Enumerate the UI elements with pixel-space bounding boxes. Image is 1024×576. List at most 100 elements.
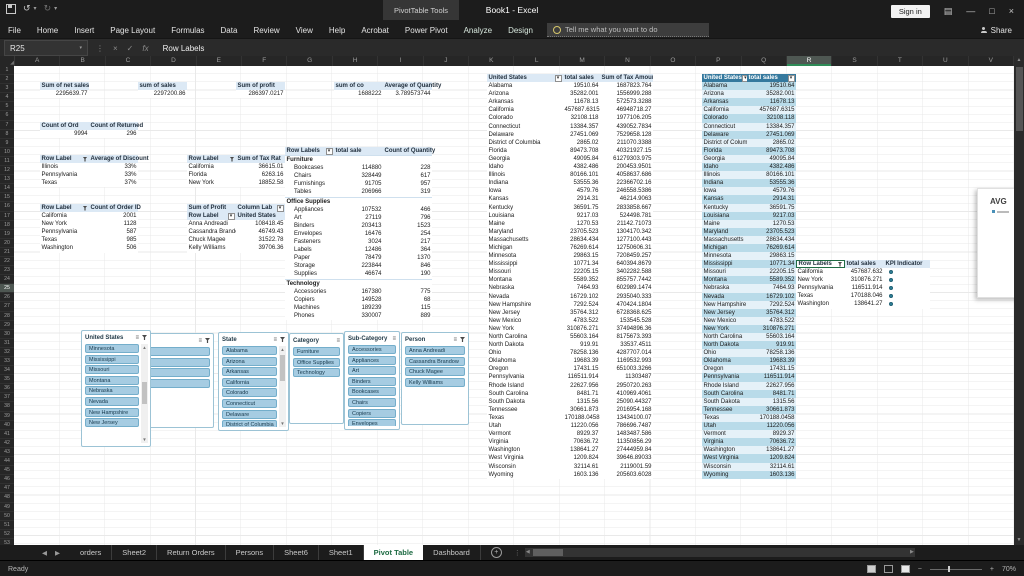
scroll-down-icon[interactable]: ▼	[1014, 536, 1024, 545]
category-label-cell[interactable]: Office Supplies	[285, 198, 334, 206]
zoom-level[interactable]: 70%	[1002, 566, 1016, 573]
sales-cell[interactable]: 22627.956	[563, 382, 600, 390]
state-pivot-row[interactable]: Nevada 16729.102 2935040.333	[487, 293, 653, 301]
sales-cell[interactable]: 138641.27	[845, 300, 884, 308]
category-pivot-row[interactable]: Fasteners 3024 217	[285, 238, 432, 246]
sales-cell[interactable]: 7292.524	[563, 301, 600, 309]
slicer-sub-category[interactable]: Sub-Category ≡ AccessoriesAppliancesArtB…	[344, 331, 400, 430]
state-cell[interactable]: Mississippi	[702, 260, 747, 268]
order-count-row-header[interactable]: Row Label	[40, 204, 89, 212]
state-cell[interactable]: Maryland	[702, 228, 747, 236]
multi-select-icon[interactable]: ≡	[198, 338, 202, 344]
sales-cell[interactable]	[334, 280, 383, 288]
qty-cell[interactable]: 846	[383, 262, 432, 270]
slicer-item[interactable]: District of Columbia	[222, 420, 277, 427]
category-label-cell[interactable]: Bookcases	[285, 164, 334, 172]
row-header[interactable]: 36	[0, 384, 14, 393]
category-pivot-row[interactable]: Furniture	[285, 155, 432, 164]
slicer-item[interactable]: New Hampshire	[85, 408, 139, 417]
tax-rate-row-header[interactable]: Row Label	[187, 155, 236, 163]
state-pivot-row[interactable]: Minnesota 29863.15 7208459.257	[487, 252, 653, 260]
sales-cell[interactable]: 107532	[334, 206, 383, 214]
state-pivot-row[interactable]: Maine 1270.53 21142.71073	[487, 220, 653, 228]
state-cell[interactable]: South Dakota	[702, 398, 747, 406]
state-cell[interactable]: California	[702, 106, 747, 114]
sales-cell[interactable]: 30661.873	[747, 406, 796, 414]
multi-select-icon[interactable]: ≡	[392, 336, 396, 342]
state-cell[interactable]: New York	[187, 179, 236, 187]
state-pivot-row[interactable]: Missouri 22205.15 3402282.588	[487, 268, 653, 276]
state-table-row[interactable]: South Dakota 1315.56	[702, 398, 796, 406]
state-cell[interactable]: Missouri	[702, 268, 747, 276]
sales-cell[interactable]: 13384.357	[563, 123, 600, 131]
state-cell[interactable]: Minnesota	[702, 252, 747, 260]
tax-cell[interactable]: 470424.1804	[600, 301, 653, 309]
state-pivot-row[interactable]: Georgia 49095.84 61279303.975	[487, 155, 653, 163]
sales-cell[interactable]: 27451.069	[747, 131, 796, 139]
count-cell[interactable]: 1128	[89, 220, 138, 228]
qty-cell[interactable]	[383, 198, 432, 206]
sheet-tab[interactable]: Pivot Table	[364, 545, 423, 560]
multi-select-icon[interactable]: ≡	[336, 338, 340, 344]
state-cell[interactable]: California	[487, 106, 563, 114]
state-pivot-row[interactable]: Virginia 70636.72 11350856.29	[487, 438, 653, 446]
category-label-cell[interactable]: Accessories	[285, 288, 334, 296]
state-table-row[interactable]: California 457687.6315	[702, 106, 796, 114]
column-header[interactable]: N	[605, 56, 650, 66]
tax-cell[interactable]: 651003.3266	[600, 365, 653, 373]
row-header[interactable]: 17	[0, 212, 14, 221]
state-cell[interactable]: West Virginia	[702, 454, 747, 462]
tab-design[interactable]: Design	[500, 26, 541, 35]
column-header[interactable]: P	[696, 56, 741, 66]
sales-cell[interactable]: 13384.357	[747, 123, 796, 131]
state-cell[interactable]: North Dakota	[487, 341, 563, 349]
state-cell[interactable]: California	[187, 163, 236, 171]
slicer-item[interactable]: Nebraska	[85, 386, 139, 395]
state-cell[interactable]: Pennsylvania	[796, 284, 845, 292]
slicer-item[interactable]: Copiers	[348, 409, 396, 418]
discount-row-header[interactable]: Row Label	[40, 155, 89, 163]
state-cell[interactable]: Nebraska	[702, 284, 747, 292]
state-cell[interactable]: Iowa	[487, 187, 563, 195]
select-all-corner[interactable]: ◢	[0, 56, 15, 66]
sales-cell[interactable]: 36591.75	[563, 204, 600, 212]
slicer-item[interactable]: California	[222, 378, 277, 387]
tax-cell[interactable]: 27444959.84	[600, 446, 653, 454]
sales-cell[interactable]: 310876.271	[845, 276, 884, 284]
zoom-in-icon[interactable]: +	[990, 566, 994, 573]
sales-cell[interactable]: 12486	[334, 246, 383, 254]
category-pivot-row[interactable]: Storage 223844 846	[285, 262, 432, 270]
kpi-row[interactable]: California 457687.632	[796, 268, 930, 276]
slicer-item[interactable]: Accessories	[348, 345, 396, 354]
sales-cell[interactable]: 328449	[334, 172, 383, 180]
row-header[interactable]: 37	[0, 393, 14, 402]
state-pivot-row[interactable]: Vermont 8929.37 1483487.586	[487, 430, 653, 438]
state-table-row[interactable]: Mississippi 10771.34	[702, 260, 796, 268]
tax-cell[interactable]: 2016954.168	[600, 406, 653, 414]
qty-cell[interactable]: 115	[383, 304, 432, 312]
state-cell[interactable]: South Dakota	[487, 398, 563, 406]
state-cell[interactable]: Indiana	[487, 179, 563, 187]
state-cell[interactable]: Texas	[40, 236, 89, 244]
maximize-icon[interactable]: □	[989, 6, 994, 16]
category-label-cell[interactable]: Art	[285, 214, 334, 222]
state-table-row[interactable]: New Mexico 4783.522	[702, 317, 796, 325]
sales-cell[interactable]: 32114.61	[747, 463, 796, 471]
sales-cell[interactable]: 11220.056	[563, 422, 600, 430]
tax-cell[interactable]: 1304170.342	[600, 228, 653, 236]
state-cell[interactable]: Colorado	[487, 114, 563, 122]
state-cell[interactable]: New York	[487, 325, 563, 333]
tax-cell[interactable]: 439052.7834	[600, 123, 653, 131]
row-header[interactable]: 29	[0, 321, 14, 330]
sales-cell[interactable]: 170188.046	[845, 292, 884, 300]
multi-select-icon[interactable]: ≡	[135, 335, 139, 341]
sales-cell[interactable]: 29863.15	[747, 252, 796, 260]
sales-cell[interactable]: 32108.118	[563, 114, 600, 122]
sales-cell[interactable]: 19683.39	[563, 357, 600, 365]
state-cell[interactable]: Kentucky	[702, 204, 747, 212]
profit-row[interactable]: Cassandra Brandow 46749.43	[187, 228, 285, 236]
state-pivot-row[interactable]: Rhode Island 22627.956 2950720.263	[487, 382, 653, 390]
qty-cell[interactable]	[383, 156, 432, 164]
tab-insert[interactable]: Insert	[66, 26, 102, 35]
state-cell[interactable]: Arizona	[487, 90, 563, 98]
